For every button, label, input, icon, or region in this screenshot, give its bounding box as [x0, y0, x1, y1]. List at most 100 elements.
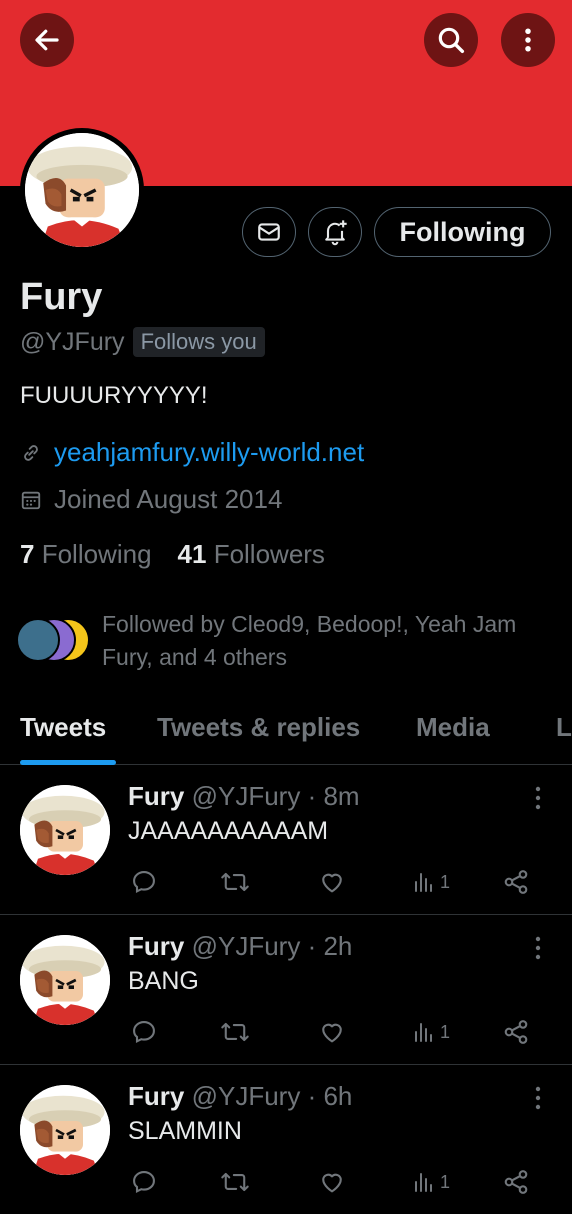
avatar-image	[20, 935, 110, 1025]
tweet-author-handle: @YJFury	[191, 781, 301, 811]
views-icon	[415, 1173, 432, 1192]
following-label: Following	[41, 539, 152, 569]
tweet-time: · 6h	[307, 1081, 353, 1111]
share-button[interactable]	[502, 1015, 530, 1049]
link-icon	[24, 444, 38, 461]
views-button[interactable]: 1	[412, 865, 450, 899]
tweet-author-name: Fury	[128, 931, 185, 961]
tab-tweets[interactable]: Tweets	[20, 712, 106, 743]
views-count: 1	[440, 1171, 451, 1192]
message-button[interactable]	[242, 207, 296, 257]
follow-counts: 7 Following 41 Followers	[20, 539, 325, 570]
profile-bio: FUUUURYYYYY!	[20, 382, 208, 409]
reply-icon	[133, 871, 155, 894]
profile-tabs: Tweets Tweets & replies Media L	[0, 704, 572, 765]
profile-avatar[interactable]	[20, 128, 144, 252]
tab-likes[interactable]: L	[556, 712, 572, 743]
share-icon	[504, 1020, 528, 1044]
tweet-author-handle: @YJFury	[191, 1081, 301, 1111]
views-icon	[415, 873, 432, 892]
avatar[interactable]	[20, 785, 110, 875]
bell-plus-icon	[325, 220, 347, 246]
avatar[interactable]	[20, 1085, 110, 1175]
tab-media[interactable]: Media	[416, 712, 490, 743]
views-count: 1	[440, 1021, 451, 1042]
tweet-header: Fury @YJFury · 2h	[128, 931, 352, 962]
tweet-actions: 1	[128, 1165, 548, 1199]
followed-by-avatars	[16, 618, 96, 662]
reply-button[interactable]	[130, 1015, 158, 1049]
reply-button[interactable]	[130, 1165, 158, 1199]
avatar[interactable]	[20, 935, 110, 1025]
like-button[interactable]	[318, 1165, 346, 1199]
avatar-image	[20, 785, 110, 875]
tweet-text: BANG	[128, 967, 199, 995]
retweet-button[interactable]	[220, 1165, 250, 1199]
profile-link[interactable]: yeahjamfury.willy-world.net	[54, 437, 364, 468]
more-vertical-icon	[525, 28, 531, 52]
views-count: 1	[440, 871, 451, 892]
heart-icon	[322, 873, 342, 893]
retweet-icon	[221, 1172, 249, 1192]
reply-icon	[133, 1021, 155, 1044]
handle-row: @YJFury Follows you	[20, 327, 265, 357]
retweet-button[interactable]	[220, 865, 250, 899]
more-vertical-icon[interactable]	[528, 1083, 548, 1113]
share-button[interactable]	[502, 865, 530, 899]
tweet-header: Fury @YJFury · 6h	[128, 1081, 352, 1112]
notify-button[interactable]	[308, 207, 362, 257]
tweet-author-handle: @YJFury	[191, 931, 301, 961]
more-vertical-icon[interactable]	[528, 933, 548, 963]
avatar	[16, 618, 60, 662]
reply-icon	[133, 1171, 155, 1194]
followed-by-text: Followed by Cleod9, Bedoop!, Yeah Jam Fu…	[102, 611, 517, 670]
share-icon	[504, 1170, 528, 1194]
back-button[interactable]	[20, 13, 74, 67]
tweet-author-name: Fury	[128, 1081, 185, 1111]
avatar-image	[25, 133, 139, 247]
retweet-button[interactable]	[220, 1015, 250, 1049]
views-button[interactable]: 1	[412, 1165, 450, 1199]
tab-tweets-replies[interactable]: Tweets & replies	[157, 712, 360, 743]
profile-name: Fury	[20, 276, 103, 318]
like-button[interactable]	[318, 1015, 346, 1049]
tweet[interactable]: Fury @YJFury · 6h SLAMMIN 1	[0, 1065, 572, 1214]
follows-you-badge: Follows you	[132, 327, 265, 357]
mail-icon	[258, 223, 280, 241]
following-count-link[interactable]: 7 Following	[20, 539, 152, 570]
joined-row: Joined August 2014	[20, 484, 282, 515]
views-icon	[415, 1023, 432, 1042]
share-button[interactable]	[502, 1165, 530, 1199]
tweet-header: Fury @YJFury · 8m	[128, 781, 360, 812]
profile-handle: @YJFury	[20, 327, 125, 356]
tweet-text: JAAAAAAAAAAM	[128, 817, 329, 845]
search-button[interactable]	[424, 13, 478, 67]
calendar-icon	[21, 491, 41, 509]
tweet-time: · 8m	[307, 781, 360, 811]
tweet-author-name: Fury	[128, 781, 185, 811]
following-count: 7	[20, 539, 35, 569]
profile-link-row: yeahjamfury.willy-world.net	[20, 437, 364, 468]
following-button[interactable]: Following	[374, 207, 551, 257]
more-vertical-icon[interactable]	[528, 783, 548, 813]
heart-icon	[322, 1023, 342, 1043]
followers-count-link[interactable]: 41 Followers	[178, 539, 325, 570]
like-button[interactable]	[318, 865, 346, 899]
tweet-time: · 2h	[307, 931, 353, 961]
retweet-icon	[221, 872, 249, 892]
followers-count: 41	[177, 539, 207, 569]
more-button[interactable]	[501, 13, 555, 67]
reply-button[interactable]	[130, 865, 158, 899]
retweet-icon	[221, 1022, 249, 1042]
joined-date: Joined August 2014	[54, 484, 283, 514]
tweet[interactable]: Fury @YJFury · 8m JAAAAAAAAAAM 1	[0, 765, 572, 915]
tweet-text: SLAMMIN	[128, 1117, 242, 1145]
search-icon	[438, 27, 465, 54]
arrow-left-icon	[35, 29, 59, 51]
tweet-actions: 1	[128, 865, 548, 899]
tweet[interactable]: Fury @YJFury · 2h BANG 1	[0, 915, 572, 1065]
heart-icon	[322, 1173, 342, 1193]
share-icon	[504, 870, 528, 894]
tweet-actions: 1	[128, 1015, 548, 1049]
views-button[interactable]: 1	[412, 1015, 450, 1049]
